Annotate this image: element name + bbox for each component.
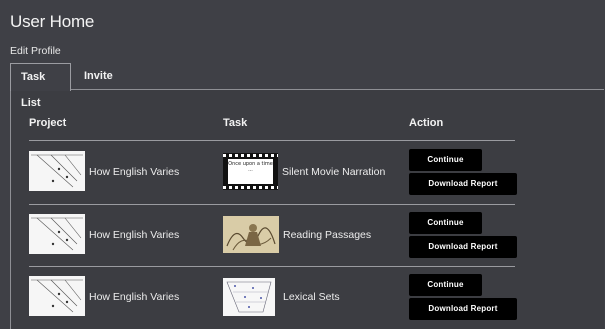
column-header-project: Project [29, 117, 67, 129]
tab-invite-users[interactable]: Invite Users [74, 63, 154, 108]
page-title: User Home [10, 12, 95, 31]
download-report-button[interactable]: Download Report [409, 173, 517, 195]
continue-button[interactable]: Continue [409, 274, 482, 296]
task-name: Lexical Sets [283, 291, 340, 303]
column-header-task: Task [223, 117, 248, 129]
task-name: Reading Passages [283, 229, 372, 241]
project-name: How English Varies [89, 291, 180, 303]
project-thumbnail [29, 276, 85, 316]
thumbnail-caption: Once upon a time ... [228, 159, 273, 184]
header-divider [29, 140, 515, 141]
continue-button[interactable]: Continue [409, 149, 482, 171]
tab-task-list[interactable]: Task List [10, 63, 71, 109]
column-header-action: Action [409, 117, 444, 129]
edit-profile-link[interactable]: Edit Profile [10, 45, 61, 57]
continue-button[interactable]: Continue [409, 212, 482, 234]
download-report-button[interactable]: Download Report [409, 298, 517, 320]
project-thumbnail [29, 151, 85, 191]
task-name: Silent Movie Narration [282, 166, 386, 178]
row-divider [29, 266, 515, 267]
film-strip-icon: Once upon a time ... [223, 153, 278, 190]
row-divider [29, 204, 515, 205]
download-report-button[interactable]: Download Report [409, 236, 517, 258]
illustration-image [223, 216, 279, 253]
vowel-chart-image [223, 278, 275, 316]
project-name: How English Varies [89, 166, 180, 178]
project-name: How English Varies [89, 229, 180, 241]
project-thumbnail [29, 214, 85, 254]
